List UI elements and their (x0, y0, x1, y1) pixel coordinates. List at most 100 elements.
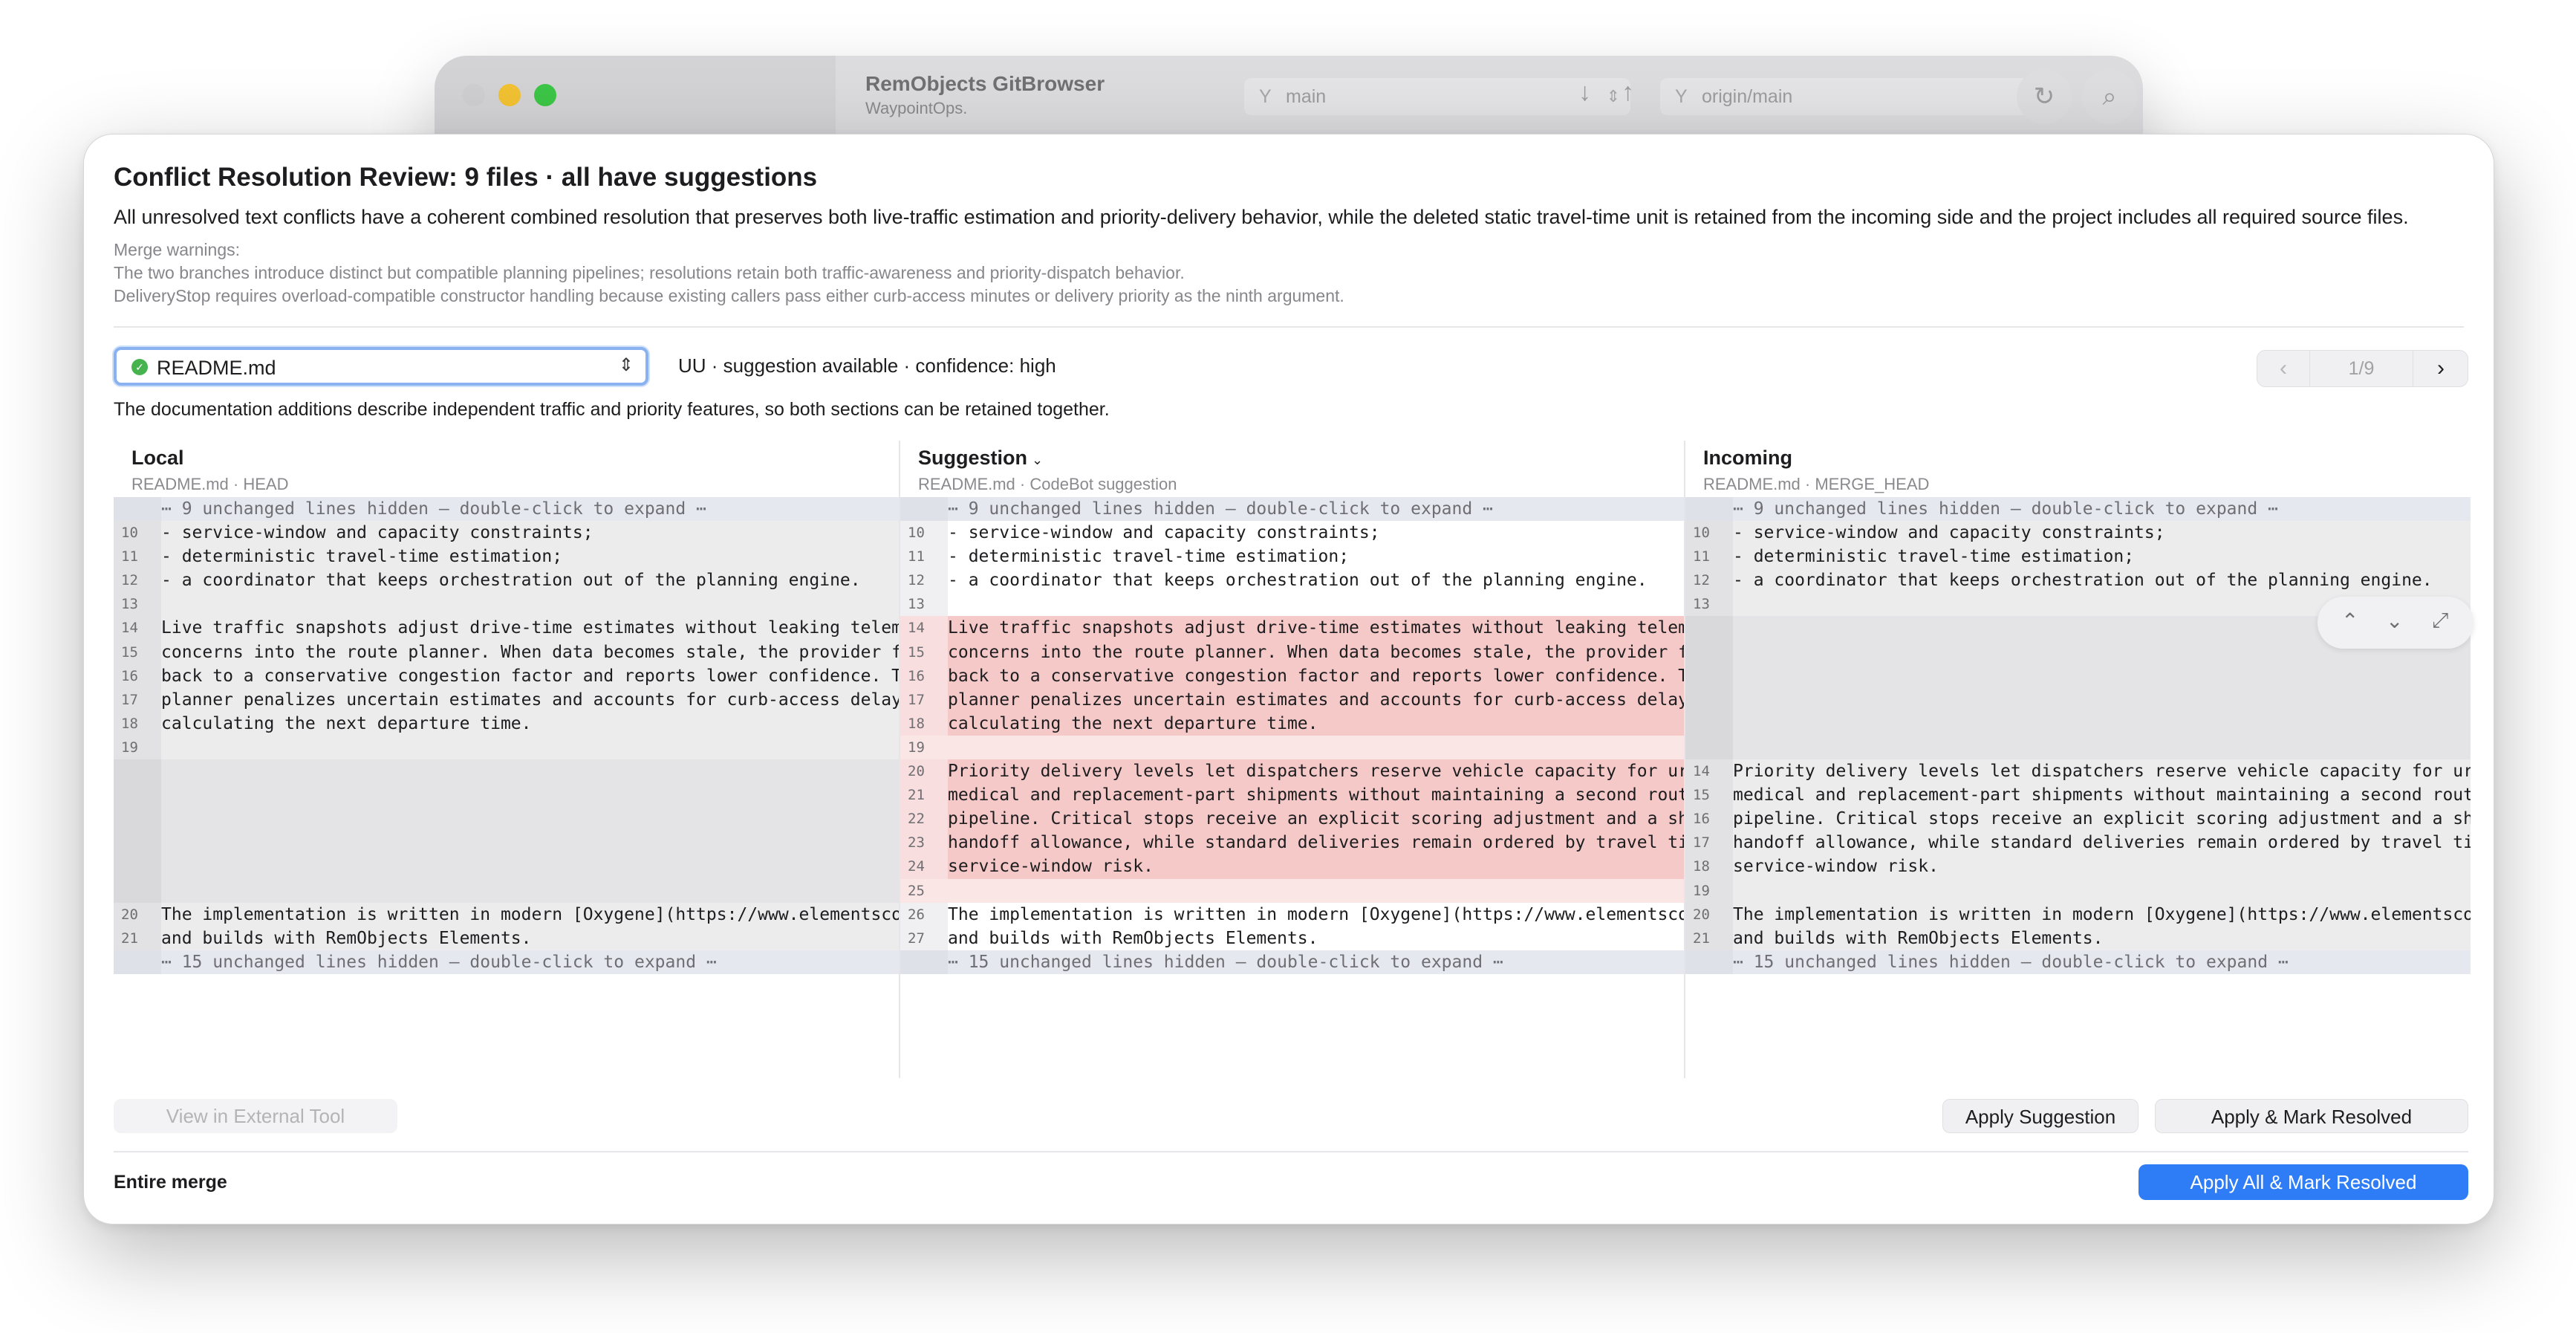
code-line: 18 calculating the next departure time. (114, 711, 899, 736)
folded-lines-row[interactable]: ⋯ 15 unchanged lines hidden — double-cli… (900, 950, 1685, 974)
code-line-text: The implementation is written in modern … (948, 904, 1685, 924)
line-number (114, 783, 161, 808)
line-number: 19 (1685, 878, 1733, 903)
line-number (114, 831, 161, 855)
code-line: 20 The implementation is written in moder… (1685, 902, 2471, 927)
code-line: 22 pipeline. Critical stops receive an ex… (900, 807, 1685, 831)
code-line: 21 and builds with RemObjects Elements. (114, 926, 899, 950)
code-line-text: - deterministic travel-time estimation; (161, 547, 563, 567)
pane-title: Incoming (1703, 447, 1792, 469)
line-number: 16 (900, 664, 948, 688)
code-line: 10- service-window and capacity constrai… (114, 521, 899, 545)
file-selector[interactable]: ✓ README.md ⇕ (114, 347, 648, 386)
code-line: 14 Live traffic snapshots adjust drive-ti… (114, 616, 899, 640)
code-line: 15 concerns into the route planner. When … (114, 640, 899, 664)
line-number: 16 (1685, 807, 1733, 831)
code-line-text: - deterministic travel-time estimation; (1733, 547, 2135, 567)
apply-suggestion-button[interactable]: Apply Suggestion (1942, 1099, 2138, 1133)
minimize-window-button[interactable] (498, 84, 521, 106)
pane-subtitle: README.md · MERGE_HEAD (1703, 475, 1930, 493)
code-line-text: The implementation is written in modern … (1733, 904, 2471, 924)
search-icon[interactable]: ⌕ (2082, 69, 2137, 124)
close-window-button[interactable] (463, 84, 485, 106)
folded-lines-row[interactable]: ⋯ 9 unchanged lines hidden — double-clic… (114, 497, 899, 522)
code-line (1685, 687, 2471, 712)
folded-lines-row[interactable]: ⋯ 9 unchanged lines hidden — double-clic… (900, 497, 1685, 522)
local-branch-selector[interactable]: Y main ⇕ (1244, 78, 1630, 115)
pull-arrow-icon[interactable]: ↓ (1578, 78, 1591, 107)
chevron-right-icon[interactable]: › (2413, 351, 2468, 386)
chevron-left-icon[interactable]: ‹ (2257, 351, 2309, 386)
local-branch-label: main (1286, 86, 1327, 107)
code-line-text: The implementation is written in modern … (161, 904, 899, 924)
zoom-window-button[interactable] (534, 84, 556, 106)
line-number (1685, 497, 1733, 522)
view-in-external-tool-button[interactable]: View in External Tool (114, 1099, 397, 1133)
remote-branch-selector[interactable]: Y origin/main ⇕ (1660, 78, 2061, 115)
line-number: 18 (900, 711, 948, 736)
suggestion-code-view[interactable]: ⋯ 9 unchanged lines hidden — double-clic… (900, 497, 1685, 974)
folded-lines-row[interactable]: ⋯ 9 unchanged lines hidden — double-clic… (1685, 497, 2471, 522)
chevron-down-icon: ⌄ (1032, 453, 1044, 467)
code-line: 17 planner penalizes uncertain estimates … (900, 687, 1685, 712)
code-line: 19 (900, 735, 1685, 760)
code-line: 27 and builds with RemObjects Elements. (900, 926, 1685, 950)
line-number: 10 (900, 521, 948, 545)
line-number: 14 (900, 616, 948, 640)
incoming-code-view[interactable]: ⋯ 9 unchanged lines hidden — double-clic… (1685, 497, 2471, 974)
line-number (114, 878, 161, 903)
line-number: 18 (114, 711, 161, 736)
code-line: 18 service-window risk. (1685, 854, 2471, 879)
code-line-text: - a coordinator that keeps orchestration… (1733, 571, 2433, 591)
code-line: 11- deterministic travel-time estimation… (1685, 545, 2471, 569)
code-line-text: handoff allowance, while standard delive… (948, 833, 1685, 853)
branch-icon: Y (1259, 86, 1272, 107)
code-line-text: and builds with RemObjects Elements. (948, 928, 1318, 948)
chevron-up-icon[interactable]: ⌃ (2341, 609, 2358, 633)
code-line (114, 783, 899, 808)
suggestion-explanation: The documentation additions describe ind… (114, 399, 1110, 420)
local-pane: Local README.md · HEAD ⋯ 9 unchanged lin… (114, 441, 899, 1078)
code-line: 14 Priority delivery levels let dispatche… (1685, 759, 2471, 784)
code-line-text: Priority delivery levels let dispatchers… (1733, 762, 2471, 782)
code-line-text: calculating the next departure time. (948, 713, 1318, 733)
line-number: 19 (114, 735, 161, 760)
suggestion-menu[interactable]: Suggestion ⌄ (918, 447, 1043, 470)
chevron-down-icon[interactable]: ⌄ (2386, 609, 2403, 633)
line-number: 24 (900, 854, 948, 879)
code-line: 20 Priority delivery levels let dispatche… (900, 759, 1685, 784)
line-number (900, 950, 948, 974)
code-line: 12- a coordinator that keeps orchestrati… (900, 568, 1685, 593)
line-number: 27 (900, 926, 948, 950)
push-arrow-icon[interactable]: ↑ (1622, 78, 1634, 107)
line-number: 12 (900, 568, 948, 593)
code-line: 21 medical and replacement-part shipments… (900, 783, 1685, 808)
code-line (114, 878, 899, 903)
folded-lines-row[interactable]: ⋯ 15 unchanged lines hidden — double-cli… (114, 950, 899, 974)
folded-lines-row[interactable]: ⋯ 15 unchanged lines hidden — double-cli… (1685, 950, 2471, 974)
code-line-text: service-window risk. (1733, 857, 1939, 877)
line-number (900, 497, 948, 522)
code-line: 14 Live traffic snapshots adjust drive-ti… (900, 616, 1685, 640)
line-number: 19 (900, 735, 948, 760)
line-number (114, 854, 161, 879)
code-line: 19 (1685, 878, 2471, 903)
code-line (1685, 664, 2471, 688)
conflict-resolution-sheet: Conflict Resolution Review: 9 files · al… (83, 134, 2494, 1225)
apply-and-mark-resolved-button[interactable]: Apply & Mark Resolved (2155, 1099, 2468, 1133)
expand-icon[interactable]: ⤢ (2432, 609, 2448, 633)
code-line (114, 807, 899, 831)
line-number: 15 (114, 640, 161, 664)
code-line: 19 (114, 735, 899, 760)
refresh-icon[interactable]: ↻ (2017, 69, 2072, 124)
line-number: 10 (1685, 521, 1733, 545)
local-code-view[interactable]: ⋯ 9 unchanged lines hidden — double-clic… (114, 497, 899, 974)
code-line: 15 concerns into the route planner. When … (900, 640, 1685, 664)
pane-title: Local (131, 447, 184, 469)
apply-all-and-mark-resolved-button[interactable]: Apply All & Mark Resolved (2138, 1164, 2468, 1200)
